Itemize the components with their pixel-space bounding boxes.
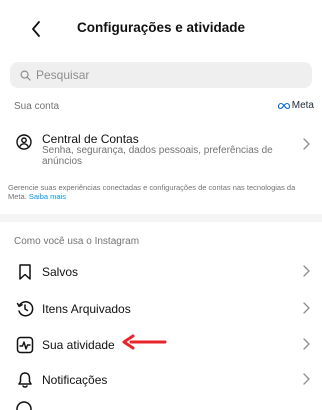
meta-infinity-icon	[277, 102, 290, 109]
archive-clock-icon	[16, 301, 34, 317]
search-icon	[20, 70, 31, 81]
chevron-right-icon	[303, 138, 310, 150]
top-bar: Configurações e atividade	[0, 0, 322, 58]
bookmark-icon	[19, 264, 31, 280]
chevron-right-icon	[303, 265, 310, 277]
accounts-center-title: Central de Contas	[42, 132, 139, 146]
chevron-right-icon	[303, 302, 310, 314]
menu-item-label: Sua atividade	[42, 338, 115, 352]
chevron-right-icon	[303, 338, 310, 350]
search-input[interactable]	[36, 68, 296, 82]
menu-item-label: Notificações	[42, 373, 108, 387]
menu-item-label: Salvos	[42, 265, 79, 279]
section-label-usage: Como você usa o Instagram	[14, 236, 140, 247]
accounts-center-icon	[16, 134, 32, 150]
meta-logo: Meta	[277, 100, 314, 111]
bell-icon	[18, 372, 32, 388]
section-divider	[0, 214, 322, 222]
menu-item-saved[interactable]: Salvos	[0, 254, 322, 290]
page-title: Configurações e atividade	[76, 20, 246, 35]
red-arrow-annotation-icon	[122, 334, 167, 350]
accounts-center-item[interactable]: Central de Contas Senha, segurança, dado…	[0, 122, 322, 174]
meta-brand-text: Meta	[291, 100, 314, 111]
search-bar[interactable]	[10, 62, 312, 88]
learn-more-link[interactable]: Saiba mais	[29, 192, 66, 201]
chevron-right-icon	[303, 373, 310, 385]
activity-icon	[16, 336, 34, 354]
section-label-account: Sua conta	[14, 101, 60, 112]
accounts-center-subtitle: Senha, segurança, dados pessoais, prefer…	[42, 145, 273, 167]
menu-item-label: Itens Arquivados	[42, 302, 131, 316]
menu-item-archived[interactable]: Itens Arquivados	[0, 291, 322, 327]
menu-item-notifications[interactable]: Notificações	[0, 362, 322, 398]
meta-info-text: Gerencie suas experiências conectadas e …	[8, 183, 314, 201]
partial-menu-icon	[16, 401, 32, 410]
